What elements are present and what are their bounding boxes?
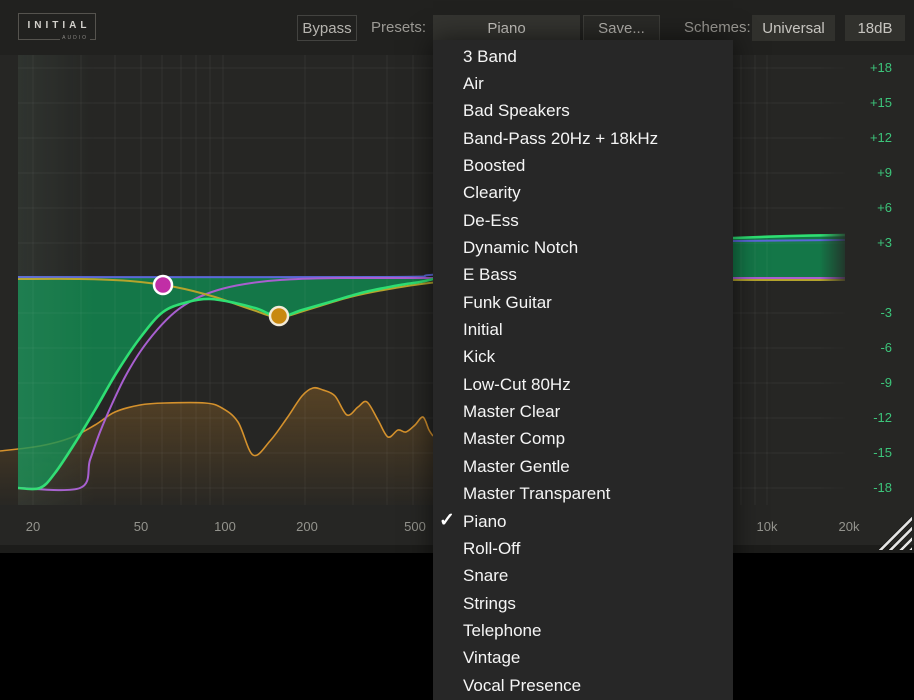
menu-item-master-gentle[interactable]: Master Gentle — [433, 453, 733, 480]
scheme-select[interactable]: Universal — [752, 15, 835, 41]
db-tick: +9 — [852, 165, 892, 180]
preset-menu: 3 Band Air Bad Speakers Band-Pass 20Hz +… — [433, 40, 733, 700]
db-tick: +3 — [852, 235, 892, 250]
menu-item-de-ess[interactable]: De-Ess — [433, 207, 733, 234]
eq-node-bell[interactable] — [270, 307, 288, 325]
menu-item-initial[interactable]: Initial — [433, 316, 733, 343]
preset-select[interactable]: Piano — [433, 15, 580, 41]
db-tick: -12 — [852, 410, 892, 425]
db-tick: -18 — [852, 480, 892, 495]
freq-tick: 20k — [839, 519, 860, 534]
freq-tick: 100 — [214, 519, 236, 534]
menu-item-strings[interactable]: Strings — [433, 590, 733, 617]
menu-item-master-transparent[interactable]: Master Transparent — [433, 481, 733, 508]
menu-item-band-pass[interactable]: Band-Pass 20Hz + 18kHz — [433, 125, 733, 152]
freq-tick: 20 — [26, 519, 40, 534]
menu-item-3-band[interactable]: 3 Band — [433, 43, 733, 70]
db-tick: +15 — [852, 95, 892, 110]
bypass-button[interactable]: Bypass — [297, 15, 357, 41]
menu-item-snare[interactable]: Snare — [433, 563, 733, 590]
screen: INITIAL AUDIO Bypass Presets: Piano Save… — [0, 0, 914, 700]
db-tick: -6 — [852, 340, 892, 355]
menu-item-telephone[interactable]: Telephone — [433, 617, 733, 644]
logo-subtext: AUDIO — [60, 35, 90, 41]
freq-tick: 50 — [134, 519, 148, 534]
menu-item-master-clear[interactable]: Master Clear — [433, 398, 733, 425]
eq-node-highpass[interactable] — [154, 276, 172, 294]
menu-item-roll-off[interactable]: Roll-Off — [433, 535, 733, 562]
menu-item-air[interactable]: Air — [433, 70, 733, 97]
db-tick: -3 — [852, 305, 892, 320]
menu-item-vocal-presence[interactable]: Vocal Presence — [433, 672, 733, 699]
db-tick: +12 — [852, 130, 892, 145]
menu-item-low-cut-80hz[interactable]: Low-Cut 80Hz — [433, 371, 733, 398]
freq-tick: 10k — [757, 519, 778, 534]
freq-tick: 500 — [404, 519, 426, 534]
initial-audio-logo: INITIAL AUDIO — [18, 13, 96, 40]
save-button[interactable]: Save... — [583, 15, 660, 41]
menu-item-clearity[interactable]: Clearity — [433, 180, 733, 207]
menu-item-master-comp[interactable]: Master Comp — [433, 426, 733, 453]
schemes-label: Schemes: — [684, 19, 751, 36]
db-range-button[interactable]: 18dB — [845, 15, 905, 41]
menu-item-funk-guitar[interactable]: Funk Guitar — [433, 289, 733, 316]
left-haze — [18, 55, 95, 505]
menu-item-piano-selected[interactable]: ✓Piano — [433, 508, 733, 535]
menu-item-boosted[interactable]: Boosted — [433, 152, 733, 179]
db-tick: +18 — [852, 60, 892, 75]
menu-item-kick[interactable]: Kick — [433, 344, 733, 371]
db-tick: +6 — [852, 200, 892, 215]
db-tick: -15 — [852, 445, 892, 460]
logo-text: INITIAL — [19, 20, 95, 31]
presets-label: Presets: — [371, 19, 426, 36]
freq-tick: 200 — [296, 519, 318, 534]
menu-item-vintage[interactable]: Vintage — [433, 645, 733, 672]
menu-item-e-bass[interactable]: E Bass — [433, 262, 733, 289]
check-icon: ✓ — [439, 509, 461, 532]
menu-item-dynamic-notch[interactable]: Dynamic Notch — [433, 234, 733, 261]
menu-item-bad-speakers[interactable]: Bad Speakers — [433, 98, 733, 125]
db-tick: -9 — [852, 375, 892, 390]
